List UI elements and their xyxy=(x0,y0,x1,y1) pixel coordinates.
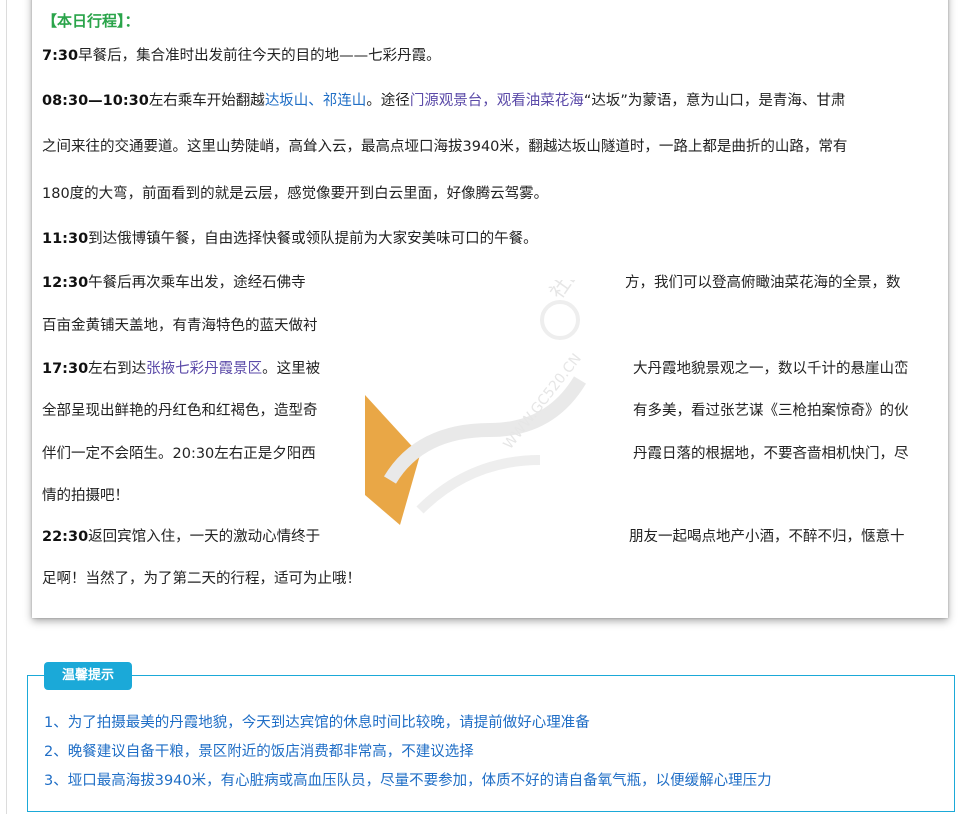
line-text: 丹霞日落的根据地，不要吝啬相机快门，尽 xyxy=(633,446,909,462)
line-text: 左右到达 xyxy=(88,361,147,377)
line-text: 早餐后，集合准时出发前往今天的目的地——七彩丹霞。 xyxy=(78,48,441,64)
line-text: 180度的大弯，前面看到的就是云层，感觉像要开到白云里面，好像腾云驾雾。 xyxy=(42,186,549,202)
line-text: 到达俄博镇午餐，自由选择快餐或领队提前为大家安美味可口的午餐。 xyxy=(88,231,538,247)
time-0830: 08:30—10:30 xyxy=(42,93,149,109)
itinerary-line-4: 180度的大弯，前面看到的就是云层，感觉像要开到白云里面，好像腾云驾雾。 xyxy=(42,184,548,204)
line-text: “达坂”为蒙语，意为山口，是青海、甘肃 xyxy=(583,93,846,109)
watermark-cn: 社区 xyxy=(544,280,587,303)
itinerary-line-8: 17:30左右到达张掖七彩丹霞景区。这里被 xyxy=(42,359,320,379)
line-text: 有多美，看过张艺谋《三枪拍案惊奇》的伙 xyxy=(633,403,909,419)
watermark-swirl-2 xyxy=(416,455,541,514)
line-text: 朋友一起喝点地产小酒，不醉不归，惬意十 xyxy=(629,529,905,545)
itinerary-line-3: 之间来往的交通要道。这里山势陡峭，高耸入云，最高点垭口海拔3940米，翻越达坂山… xyxy=(42,137,847,157)
line-text: 之间来往的交通要道。这里山势陡峭，高耸入云，最高点垭口海拔3940米，翻越达坂山… xyxy=(42,139,848,155)
place-link-zhangye[interactable]: 张掖七彩丹霞景区 xyxy=(146,361,262,377)
line-text: 左右乘车开始翻越 xyxy=(148,93,265,109)
itinerary-line-9: 全部呈现出鲜艳的丹红色和红褐色，造型奇 xyxy=(42,401,318,421)
itinerary-line-2: 08:30—10:30左右乘车开始翻越达坂山、祁连山。途径门源观景台，观看油菜花… xyxy=(42,91,845,111)
place-link-dabanshan[interactable]: 达坂山、祁连山 xyxy=(265,93,367,109)
itinerary-line-9-tail: 有多美，看过张艺谋《三枪拍案惊奇》的伙 xyxy=(633,401,909,421)
line-text: 全部呈现出鲜艳的丹红色和红褐色，造型奇 xyxy=(42,403,318,419)
time-2230: 22:30 xyxy=(42,529,89,545)
tips-badge: 温馨提示 xyxy=(44,662,132,690)
line-text: 百亩金黄铺天盖地，有青海特色的蓝天做衬 xyxy=(42,318,318,334)
itinerary-line-7: 百亩金黄铺天盖地，有青海特色的蓝天做衬 xyxy=(42,316,318,336)
time-0730: 7:30 xyxy=(42,48,79,64)
itinerary-title: 【本日行程】： xyxy=(42,12,140,30)
itinerary-line-5: 11:30到达俄博镇午餐，自由选择快餐或领队提前为大家安美味可口的午餐。 xyxy=(42,229,538,249)
itinerary-line-8-tail: 大丹霞地貌景观之一，数以千计的悬崖山峦 xyxy=(633,359,909,379)
place-link-menyuan[interactable]: 门源观景台，观看油菜花海 xyxy=(410,93,584,109)
time-1230: 12:30 xyxy=(42,275,89,291)
itinerary-line-13: 足啊！当然了，为了第二天的行程，适可为止哦！ xyxy=(42,569,361,589)
line-text: 方，我们可以登高俯瞰油菜花海的全景，数 xyxy=(625,275,901,291)
line-text: 大丹霞地貌景观之一，数以千计的悬崖山峦 xyxy=(633,361,909,377)
line-text: 午餐后再次乘车出发，途经石佛寺 xyxy=(88,275,306,291)
tip-item-3: 3、垭口最高海拔3940米，有心脏病或高血压队员，尽量不要参加，体质不好的请自备… xyxy=(44,773,772,789)
tip-item-2: 2、晚餐建议自备干粮，景区附近的饭店消费都非常高，不建议选择 xyxy=(44,744,474,760)
itinerary-line-1: 7:30早餐后，集合准时出发前往今天的目的地——七彩丹霞。 xyxy=(42,46,441,66)
line-text: 。这里被 xyxy=(262,361,321,377)
itinerary-line-12-tail: 朋友一起喝点地产小酒，不醉不归，惬意十 xyxy=(629,527,905,547)
line-text: 。途径 xyxy=(366,93,410,109)
watermark-logo: 社区 WWW.GC520.CN xyxy=(365,280,587,525)
line-text: 伴们一定不会陌生。20:30左右正是夕阳西 xyxy=(42,446,316,462)
itinerary-line-10-tail: 丹霞日落的根据地，不要吝啬相机快门，尽 xyxy=(633,444,909,464)
itinerary-line-6: 12:30午餐后再次乘车出发，途经石佛寺 xyxy=(42,273,306,293)
itinerary-line-6-tail: 方，我们可以登高俯瞰油菜花海的全景，数 xyxy=(625,273,901,293)
itinerary-line-10: 伴们一定不会陌生。20:30左右正是夕阳西 xyxy=(42,444,316,464)
left-divider xyxy=(6,0,7,814)
line-text: 情的拍摄吧！ xyxy=(42,488,129,504)
itinerary-line-12: 22:30返回宾馆入住，一天的激动心情终于 xyxy=(42,527,320,547)
line-text: 返回宾馆入住，一天的激动心情终于 xyxy=(88,529,321,545)
watermark-ring xyxy=(540,300,580,340)
time-1130: 11:30 xyxy=(42,231,89,247)
itinerary-line-11: 情的拍摄吧！ xyxy=(42,486,129,506)
time-1730: 17:30 xyxy=(42,361,89,377)
line-text: 足啊！当然了，为了第二天的行程，适可为止哦！ xyxy=(42,571,361,587)
tip-item-1: 1、为了拍摄最美的丹霞地貌，今天到达宾馆的休息时间比较晚，请提前做好心理准备 xyxy=(44,715,590,731)
